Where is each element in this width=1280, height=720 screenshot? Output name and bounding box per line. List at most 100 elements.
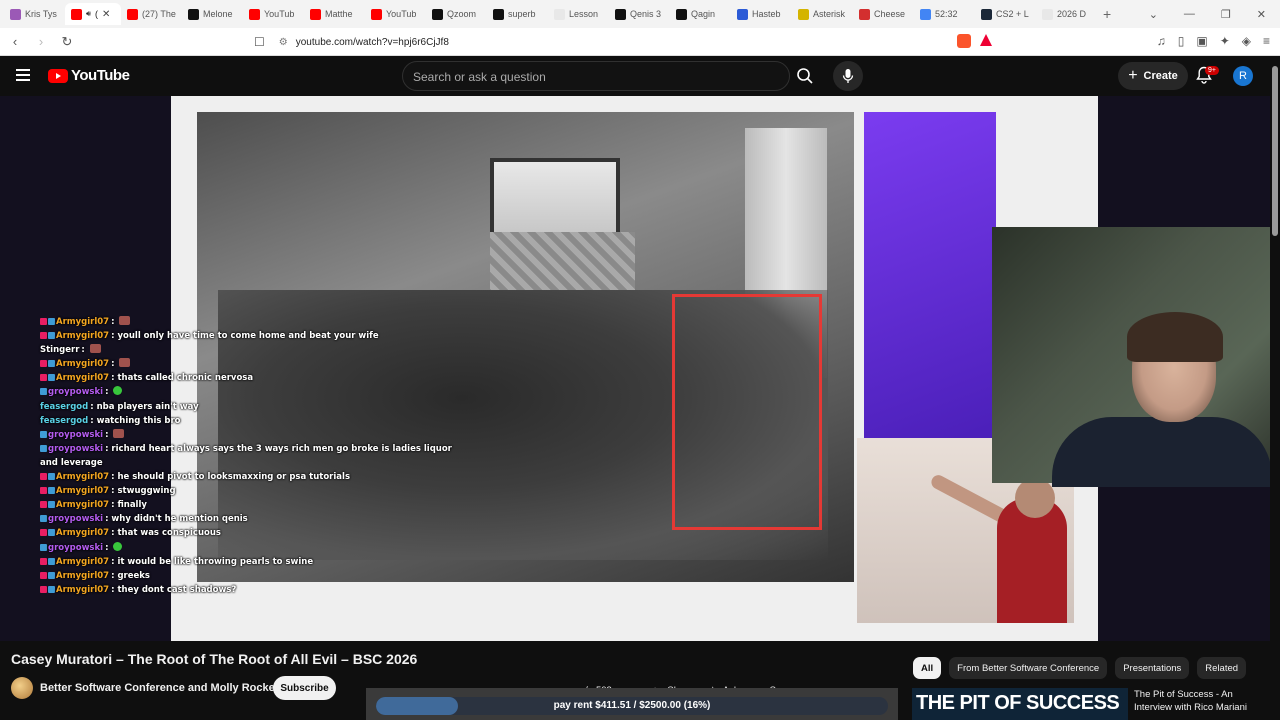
youtube-logo[interactable]: YouTube	[48, 67, 130, 84]
notification-badge: 9+	[1205, 66, 1219, 75]
chat-message: Armygirl07: youll only have time to come…	[40, 329, 460, 343]
channel-avatar[interactable]	[11, 677, 33, 699]
chat-message: groypowski: why didn't he mention qenis	[40, 512, 460, 526]
tab-favicon-icon	[249, 8, 260, 20]
chat-badge-icon	[48, 585, 55, 593]
browser-toolbar: ‹ › ↻ ☐ ⚙ youtube.com/watch?v=hpj6r6CjJf…	[0, 28, 1280, 56]
tab-favicon-icon	[798, 8, 809, 20]
scrollbar-thumb[interactable]	[1272, 66, 1278, 236]
browser-tab[interactable]: Asterisk	[792, 3, 853, 25]
chat-emote-icon	[113, 428, 125, 438]
music-icon[interactable]: ♫	[1157, 34, 1166, 48]
reload-icon[interactable]: ↻	[56, 34, 78, 50]
chat-username: Armygirl07	[56, 373, 110, 384]
bookmark-icon[interactable]: ☐	[254, 35, 265, 49]
vpn-icon[interactable]: ◈	[1242, 34, 1251, 48]
chat-text: it would be like throwing pearls to swin…	[117, 556, 314, 567]
browser-tab[interactable]: Qzoom	[426, 3, 487, 25]
chat-badge-icon	[40, 430, 47, 438]
chat-text: that was conspicuous	[117, 528, 221, 539]
chip-presentations[interactable]: Presentations	[1115, 657, 1190, 679]
chat-username: Armygirl07	[56, 472, 110, 483]
browser-tab[interactable]: YouTub	[243, 3, 304, 25]
tab-label: (27) The	[142, 9, 176, 19]
browser-tab[interactable]: Qenis 3	[609, 3, 670, 25]
chat-badge-icon	[40, 571, 47, 579]
browser-tab[interactable]: Qagin	[670, 3, 731, 25]
tab-search-icon[interactable]: ⌄	[1149, 8, 1158, 21]
chat-emote-icon	[113, 541, 123, 551]
chat-username: Armygirl07	[56, 331, 110, 342]
chip-related[interactable]: Related	[1197, 657, 1247, 679]
chat-separator: :	[81, 345, 88, 356]
channel-name[interactable]: Better Software Conference and Molly Roc…	[40, 682, 278, 694]
chat-badge-icon	[40, 515, 47, 523]
browser-tab[interactable]: YouTub	[365, 3, 426, 25]
tab-favicon-icon	[371, 8, 382, 20]
sidebar-icon[interactable]: ▯	[1178, 34, 1185, 48]
chat-badge-icon	[40, 318, 47, 325]
browser-tab[interactable]: superb	[487, 3, 548, 25]
minimize-icon[interactable]: —	[1184, 8, 1195, 20]
chat-text: stwuggwing	[117, 486, 176, 497]
chat-text: watching this bro	[96, 415, 181, 426]
chat-text: thats called chronic nervosa	[117, 373, 254, 384]
browser-tab[interactable]: Lesson	[548, 3, 609, 25]
browser-tab[interactable]: Kris Tys	[4, 3, 65, 25]
browser-tab[interactable]: 52:32	[914, 3, 975, 25]
wallet-icon[interactable]: ▣	[1196, 34, 1207, 48]
chat-separator: :	[111, 359, 118, 370]
recommended-video-thumbnail[interactable]: THE PIT OF SUCCESS	[912, 688, 1128, 720]
browser-tab[interactable]: Cheese	[853, 3, 914, 25]
site-info-icon[interactable]: ⚙	[279, 37, 288, 48]
page-scrollbar[interactable]	[1270, 56, 1280, 720]
hamburger-menu-icon[interactable]	[16, 69, 30, 81]
chat-separator: :	[111, 317, 118, 327]
chat-username: Armygirl07	[56, 317, 110, 327]
forward-icon[interactable]: ›	[30, 34, 52, 49]
maximize-icon[interactable]: ❐	[1221, 8, 1231, 21]
streamer-hair	[1127, 312, 1223, 362]
tab-close-icon[interactable]: ✕	[102, 9, 110, 20]
address-bar[interactable]: ☐ ⚙ youtube.com/watch?v=hpj6r6CjJf8	[254, 31, 1000, 53]
create-label: Create	[1143, 70, 1178, 82]
create-button[interactable]: + Create	[1118, 62, 1188, 90]
browser-menu-icon[interactable]: ≡	[1263, 34, 1270, 48]
youtube-play-icon	[48, 68, 68, 83]
chip-from-channel[interactable]: From Better Software Conference	[949, 657, 1108, 679]
chat-badge-icon	[40, 473, 47, 481]
close-window-icon[interactable]: ✕	[1257, 8, 1266, 21]
chat-text: nba players ain't way	[96, 401, 199, 412]
search-button[interactable]	[791, 61, 819, 91]
presenter-head	[1015, 478, 1055, 518]
chat-separator: :	[105, 429, 112, 440]
leo-icon[interactable]: ✦	[1220, 34, 1230, 48]
brave-rewards-icon[interactable]	[980, 34, 992, 46]
new-tab-button[interactable]: +	[1103, 6, 1111, 22]
tab-favicon-icon	[920, 8, 931, 20]
chat-username: Armygirl07	[56, 359, 110, 370]
browser-tab[interactable]: Hasteb	[731, 3, 792, 25]
browser-tab[interactable]: Matthe	[304, 3, 365, 25]
tab-favicon-icon	[1042, 8, 1053, 20]
chat-username: Armygirl07	[56, 528, 110, 539]
search-input[interactable]: Search or ask a question	[402, 61, 790, 91]
microphone-icon	[842, 69, 854, 83]
browser-tab[interactable]: Melone	[182, 3, 243, 25]
tab-audio-icon[interactable]: 🔊︎	[86, 9, 91, 19]
account-avatar[interactable]: R	[1233, 66, 1253, 86]
chat-badge-icon	[48, 557, 55, 565]
browser-tab[interactable]: 🔊︎ (✕	[65, 3, 121, 25]
brave-shields-icon[interactable]	[957, 34, 971, 48]
browser-tab[interactable]: 2026 D	[1036, 3, 1097, 25]
browser-tab[interactable]: (27) The	[121, 3, 182, 25]
subscribe-button[interactable]: Subscribe	[273, 676, 336, 700]
chat-username: Armygirl07	[56, 570, 110, 581]
recommended-video-title[interactable]: The Pit of Success - An Interview with R…	[1134, 688, 1266, 714]
chat-badge-icon	[40, 487, 47, 495]
donation-progress-track: pay rent $411.51 / $2500.00 (16%)	[376, 697, 888, 715]
back-icon[interactable]: ‹	[4, 34, 26, 49]
voice-search-button[interactable]	[833, 61, 863, 91]
chip-all[interactable]: All	[913, 657, 942, 679]
browser-tab[interactable]: CS2 + L	[975, 3, 1036, 25]
